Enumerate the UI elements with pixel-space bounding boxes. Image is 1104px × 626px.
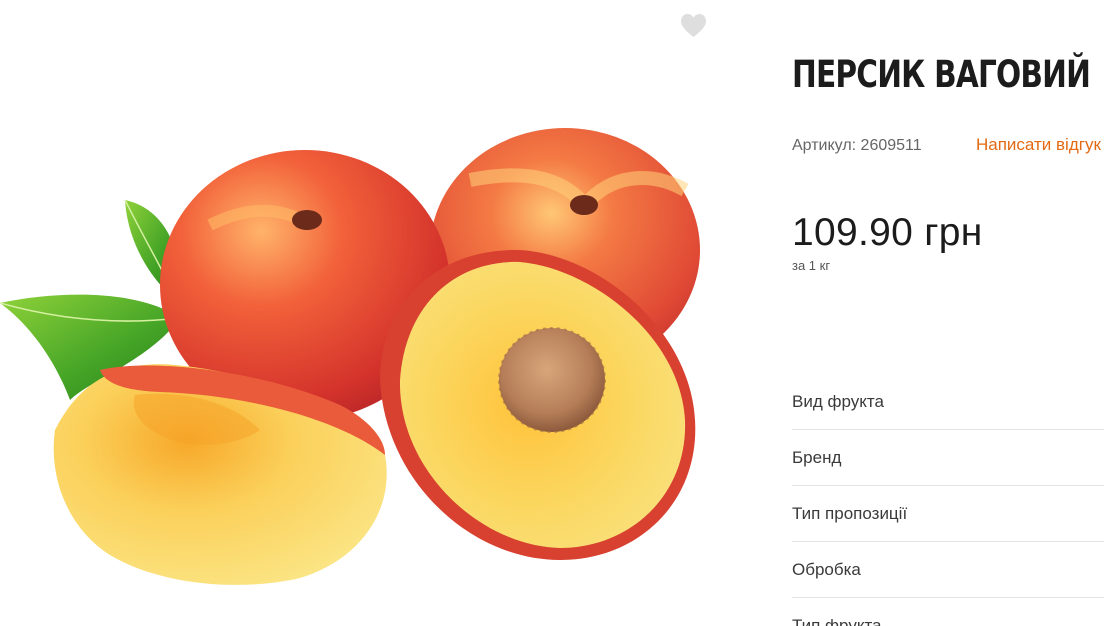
attribute-row-fruit-type[interactable]: Тип фрукта bbox=[792, 598, 1104, 626]
price-unit: за 1 кг bbox=[792, 258, 831, 273]
heart-icon[interactable] bbox=[680, 13, 707, 38]
attribute-row-offer-type[interactable]: Тип пропозиції bbox=[792, 486, 1104, 542]
write-review-link[interactable]: Написати відгук bbox=[976, 135, 1101, 155]
product-price: 109.90 грн bbox=[792, 211, 983, 254]
product-attributes: Вид фрукта Бренд Тип пропозиції Обробка … bbox=[792, 374, 1104, 626]
product-gallery bbox=[0, 0, 730, 626]
attribute-row-brand[interactable]: Бренд bbox=[792, 430, 1104, 486]
attribute-label: Тип пропозиції bbox=[792, 503, 908, 523]
attribute-row-fruit-kind[interactable]: Вид фрукта bbox=[792, 374, 1104, 430]
attribute-label: Обробка bbox=[792, 559, 861, 579]
product-page: ПЕРСИК ВАГОВИЙ Артикул: 2609511 Написати… bbox=[0, 0, 1104, 626]
product-sku: Артикул: 2609511 bbox=[792, 137, 922, 154]
product-info: ПЕРСИК ВАГОВИЙ Артикул: 2609511 Написати… bbox=[792, 0, 1104, 626]
attribute-label: Бренд bbox=[792, 447, 842, 467]
product-title: ПЕРСИК ВАГОВИЙ bbox=[792, 53, 1091, 96]
attribute-label: Тип фрукта bbox=[792, 615, 882, 626]
product-image[interactable] bbox=[0, 0, 730, 626]
attribute-label: Вид фрукта bbox=[792, 391, 884, 411]
attribute-row-processing[interactable]: Обробка bbox=[792, 542, 1104, 598]
